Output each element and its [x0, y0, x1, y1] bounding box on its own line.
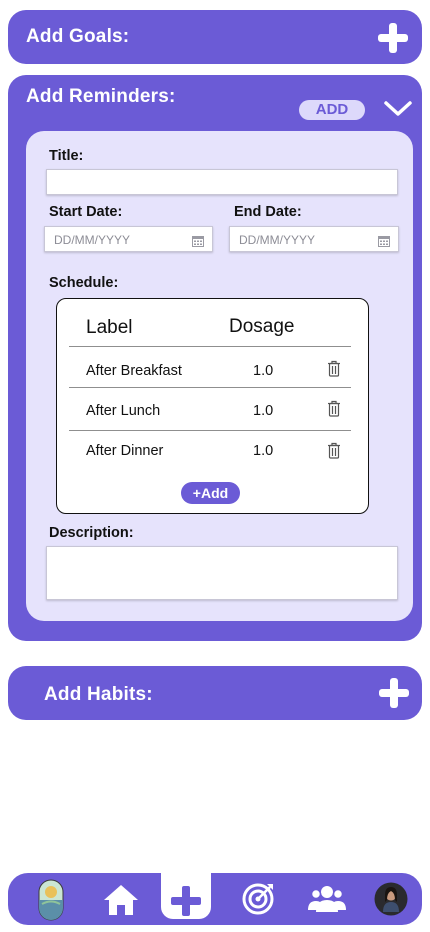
row-label: After Breakfast: [86, 363, 182, 379]
add-habits-plus-icon[interactable]: [379, 678, 409, 708]
bottom-nav: [8, 873, 422, 925]
end-date-label: End Date:: [234, 204, 302, 220]
add-schedule-row-button[interactable]: +Add: [181, 482, 240, 504]
add-goals-title: Add Goals:: [26, 26, 130, 47]
add-goals-plus-icon[interactable]: [378, 23, 408, 53]
calendar-icon[interactable]: [192, 235, 204, 247]
description-input[interactable]: [46, 546, 398, 600]
reminder-form: Title: Start Date: DD/MM/YYYY End Date: …: [26, 131, 413, 621]
start-date-label: Start Date:: [49, 204, 123, 220]
add-reminder-button[interactable]: ADD: [299, 100, 365, 120]
target-icon[interactable]: [241, 882, 275, 916]
divider: [69, 346, 351, 347]
row-label: After Dinner: [86, 443, 164, 459]
schedule-table: Label Dosage After Breakfast 1.0 After L…: [56, 298, 369, 514]
row-dosage: 1.0: [253, 403, 274, 419]
home-icon[interactable]: [102, 883, 140, 917]
end-date-placeholder: DD/MM/YYYY: [239, 233, 316, 247]
add-reminders-title: Add Reminders:: [26, 86, 176, 107]
row-label: After Lunch: [86, 403, 161, 419]
title-label: Title:: [49, 148, 84, 164]
start-date-placeholder: DD/MM/YYYY: [54, 233, 131, 247]
trash-icon[interactable]: [327, 442, 341, 459]
add-goals-card[interactable]: Add Goals:: [8, 10, 422, 64]
chevron-down-icon[interactable]: [383, 99, 413, 119]
title-input[interactable]: [46, 169, 398, 195]
plus-icon: +: [192, 485, 201, 501]
add-row-label: Add: [200, 485, 229, 501]
start-date-input[interactable]: DD/MM/YYYY: [44, 226, 213, 252]
row-dosage: 1.0: [253, 443, 274, 459]
community-icon[interactable]: [308, 884, 346, 914]
divider: [69, 387, 351, 388]
pill-icon[interactable]: [34, 878, 68, 922]
divider: [69, 430, 351, 431]
end-date-input[interactable]: DD/MM/YYYY: [229, 226, 399, 252]
add-reminders-card: Add Reminders: ADD Title: Start Date: DD…: [8, 75, 422, 641]
trash-icon[interactable]: [327, 400, 341, 417]
row-dosage: 1.0: [253, 363, 274, 379]
add-habits-card[interactable]: Add Habits:: [8, 666, 422, 720]
calendar-icon[interactable]: [378, 235, 390, 247]
column-header-label: Label: [86, 317, 133, 338]
add-habits-title: Add Habits:: [44, 684, 153, 705]
trash-icon[interactable]: [327, 360, 341, 377]
column-header-dosage: Dosage: [229, 316, 295, 337]
add-icon[interactable]: [170, 885, 202, 917]
profile-avatar[interactable]: [374, 882, 408, 916]
schedule-label: Schedule:: [49, 275, 119, 291]
description-label: Description:: [49, 525, 134, 541]
